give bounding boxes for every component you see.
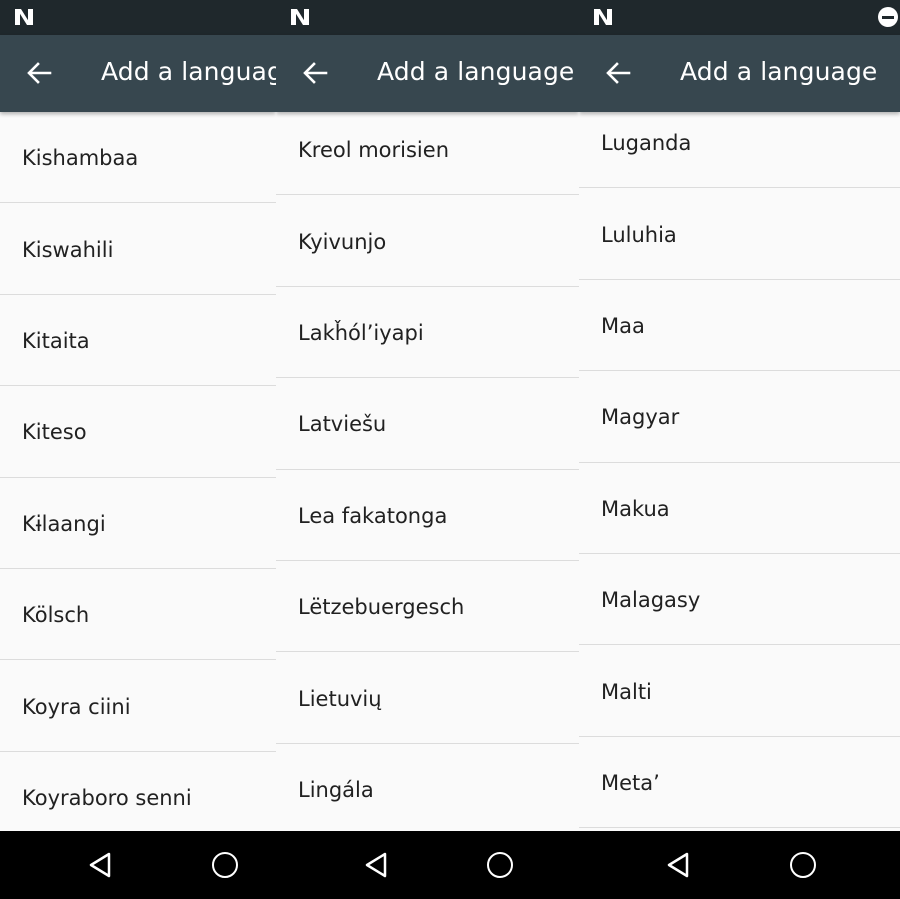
language-list-item[interactable]: Kitaita xyxy=(0,295,276,387)
language-name: Lietuvių xyxy=(298,686,382,711)
language-list-item[interactable]: Malagasy xyxy=(579,554,900,646)
arrow-back-icon[interactable] xyxy=(605,61,631,85)
nav-home-circle-icon[interactable] xyxy=(212,852,238,878)
toolbar-title: Add a language xyxy=(377,57,575,86)
language-list-item[interactable]: Kɨlaangi xyxy=(0,478,276,569)
nav-back-triangle-icon[interactable] xyxy=(88,851,112,879)
toolbar-title: Add a language xyxy=(101,57,276,86)
language-list-item[interactable]: Kiswahili xyxy=(0,203,276,295)
n-logo-icon xyxy=(291,9,309,25)
language-list: Kreol morisien Kyivunjo Lakȟól’iyapi Lat… xyxy=(276,104,579,831)
status-bar xyxy=(276,0,579,35)
language-list-item[interactable]: Magyar xyxy=(579,371,900,463)
arrow-back-icon[interactable] xyxy=(302,61,328,85)
language-list-item[interactable]: Lea fakatonga xyxy=(276,470,579,561)
language-list-item[interactable]: Koyra ciini xyxy=(0,660,276,752)
language-name: Lëtzebuergesch xyxy=(298,595,465,620)
language-list-item[interactable]: Kölsch xyxy=(0,569,276,661)
n-logo-icon xyxy=(15,9,33,25)
language-name: Kiswahili xyxy=(22,237,114,262)
app-toolbar: Add a language xyxy=(579,35,900,112)
language-name: Magyar xyxy=(601,405,680,430)
status-bar xyxy=(0,0,276,35)
language-list-item[interactable]: Lietuvių xyxy=(276,652,579,744)
language-name: Makua xyxy=(601,496,670,521)
app-toolbar: Add a language xyxy=(276,35,579,112)
language-list-item[interactable]: Kiteso xyxy=(0,386,276,478)
language-name: Meta’ xyxy=(601,770,660,795)
language-list: Kishambaa Kiswahili Kitaita Kiteso Kɨlaa… xyxy=(0,112,276,831)
language-name: Kiteso xyxy=(22,420,87,445)
language-list-item[interactable]: Makua xyxy=(579,463,900,554)
language-name: Luganda xyxy=(601,131,692,156)
language-list: Luganda Luluhia Maa Magyar Makua Malagas… xyxy=(579,97,900,829)
screen-panel-3: Add a language Luganda Luluhia Maa Magya… xyxy=(579,0,900,831)
navigation-bar xyxy=(0,831,900,899)
language-name: Kreol morisien xyxy=(298,138,449,163)
language-list-item[interactable]: Lëtzebuergesch xyxy=(276,561,579,653)
language-name: Kishambaa xyxy=(22,146,139,171)
language-list-item[interactable]: Kreol morisien xyxy=(276,104,579,196)
language-name: Koyra ciini xyxy=(22,694,131,719)
language-name: Kölsch xyxy=(22,603,90,628)
do-not-disturb-icon xyxy=(878,7,898,27)
arrow-back-icon[interactable] xyxy=(26,61,52,85)
screen-panel-2: Add a language Kreol morisien Kyivunjo L… xyxy=(276,0,579,831)
status-bar xyxy=(579,0,900,35)
language-name: Lea fakatonga xyxy=(298,503,448,528)
language-list-item[interactable]: Malti xyxy=(579,645,900,737)
language-list-item[interactable]: Meta’ xyxy=(579,737,900,829)
language-name: Latviešu xyxy=(298,412,387,437)
language-list-item[interactable]: Latviešu xyxy=(276,378,579,470)
language-list-item[interactable]: Luluhia xyxy=(579,188,900,280)
language-name: Kitaita xyxy=(22,328,90,353)
language-name: Kyivunjo xyxy=(298,229,387,254)
nav-home-circle-icon[interactable] xyxy=(487,852,513,878)
n-logo-icon xyxy=(594,9,612,25)
language-name: Kɨlaangi xyxy=(22,511,106,536)
language-name: Lakȟól’iyapi xyxy=(298,320,424,345)
language-list-item[interactable]: Lakȟól’iyapi xyxy=(276,287,579,379)
screen-panel-1: Add a language Kishambaa Kiswahili Kitai… xyxy=(0,0,276,831)
language-list-item[interactable]: Lingála xyxy=(276,744,579,831)
language-list-item[interactable]: Kishambaa xyxy=(0,112,276,204)
language-name: Maa xyxy=(601,313,645,338)
language-name: Malti xyxy=(601,679,652,704)
language-name: Luluhia xyxy=(601,222,677,247)
nav-back-triangle-icon[interactable] xyxy=(364,851,388,879)
language-list-item[interactable]: Koyraboro senni xyxy=(0,752,276,831)
language-list-item[interactable]: Maa xyxy=(579,280,900,372)
language-name: Malagasy xyxy=(601,588,701,613)
language-name: Lingála xyxy=(298,777,374,802)
language-list-item[interactable]: Kyivunjo xyxy=(276,195,579,287)
app-toolbar: Add a language xyxy=(0,35,276,112)
nav-back-triangle-icon[interactable] xyxy=(666,851,690,879)
language-name: Koyraboro senni xyxy=(22,785,192,810)
toolbar-title: Add a language xyxy=(680,57,878,86)
nav-home-circle-icon[interactable] xyxy=(790,852,816,878)
